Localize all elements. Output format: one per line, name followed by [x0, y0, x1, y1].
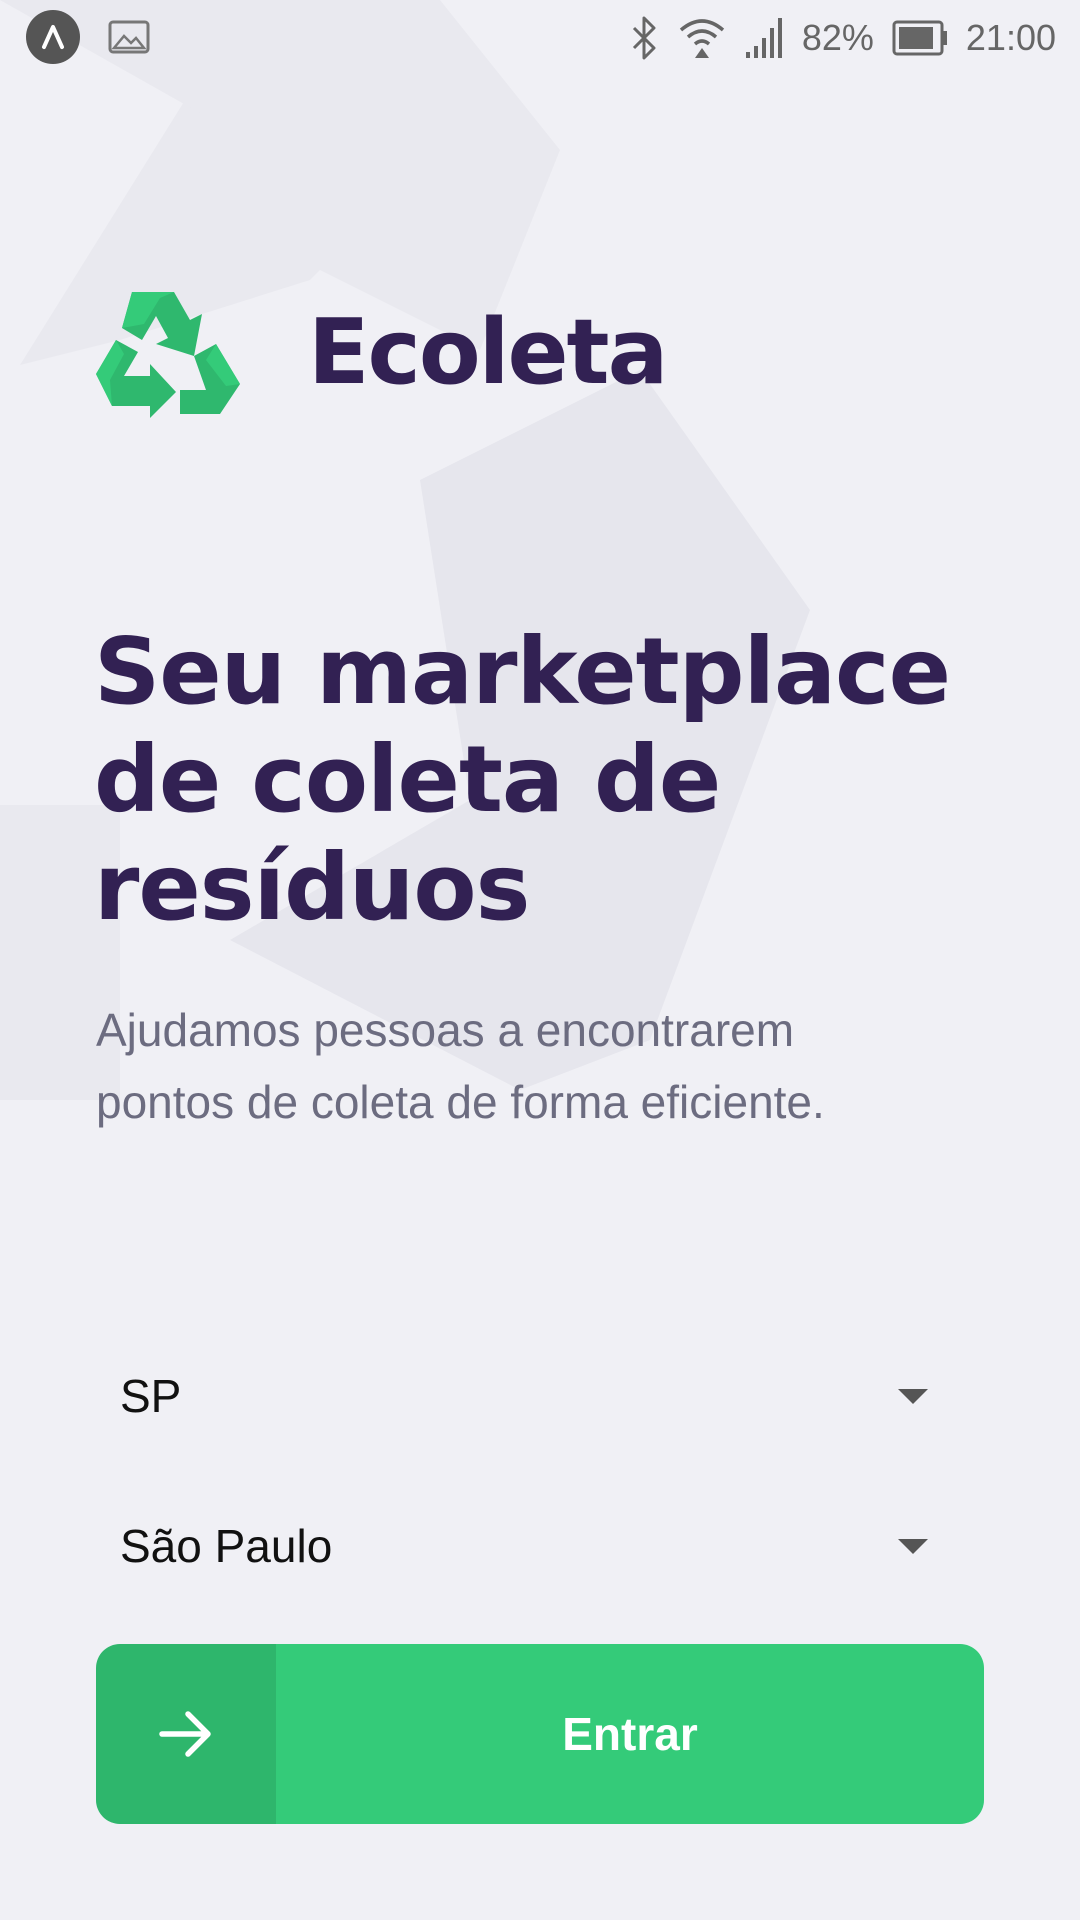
chevron-down-icon: [898, 1538, 928, 1554]
title-line: de coleta de: [94, 726, 721, 833]
page-title: Seu marketplace de coleta de resíduos: [94, 618, 974, 942]
image-icon: [108, 20, 150, 54]
description-line: pontos de coleta de forma eficiente.: [96, 1076, 825, 1128]
status-bar-right: 82% 21:00: [630, 12, 1056, 64]
city-select-value: São Paulo: [120, 1520, 333, 1572]
arrow-right-icon: [159, 1711, 211, 1757]
clock: 21:00: [965, 17, 1056, 58]
battery-icon: [892, 20, 947, 56]
status-bar: 82% 21:00: [0, 0, 1080, 76]
screen: 82% 21:00 Ecoleta Seu marketplace de col…: [0, 0, 1080, 1920]
app-name: Ecoleta: [308, 299, 668, 405]
battery-percent: 82%: [801, 17, 874, 58]
signal-icon: [745, 18, 782, 58]
title-line: Seu marketplace: [94, 618, 951, 725]
enter-button-icon-box: [96, 1644, 276, 1824]
chevron-down-icon: [898, 1388, 928, 1404]
app-logo: Ecoleta: [94, 284, 668, 420]
wifi-icon: [679, 19, 724, 58]
page-description: Ajudamos pessoas a encontrarem pontos de…: [96, 994, 956, 1138]
app-notification-icon: [26, 10, 80, 64]
city-select[interactable]: São Paulo: [96, 1486, 976, 1606]
state-select-value: SP: [120, 1370, 182, 1422]
recycle-icon: [96, 292, 240, 418]
enter-button[interactable]: Entrar: [96, 1644, 984, 1824]
bluetooth-icon: [632, 16, 656, 60]
status-bar-left: [26, 10, 150, 64]
state-select[interactable]: SP: [96, 1336, 976, 1456]
title-line: resíduos: [94, 834, 530, 941]
description-line: Ajudamos pessoas a encontrarem: [96, 1004, 795, 1056]
enter-button-label: Entrar: [562, 1708, 698, 1760]
